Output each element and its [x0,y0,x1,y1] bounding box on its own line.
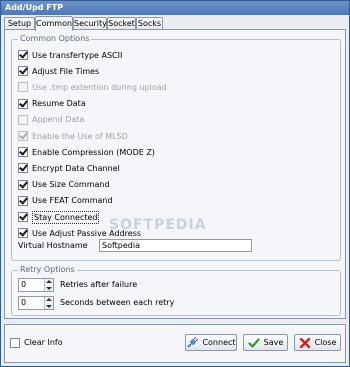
option-checkbox [18,82,28,93]
option-checkbox[interactable] [18,163,28,174]
option-label: Enable the Use of MLSD [32,131,128,141]
option-label: Use transfertype ASCII [32,50,123,60]
connect-button[interactable]: Connect [185,334,237,351]
option-checkbox[interactable] [18,66,28,77]
window-title: Add/Upd FTP [1,1,349,15]
option-label: Enable Compression (MODE Z) [32,147,155,157]
option-checkbox[interactable] [18,228,28,239]
option-checkbox [18,114,28,125]
virtual-hostname-label: Virtual Hostname [18,241,88,250]
clear-info-box[interactable] [10,337,20,348]
clear-info-checkbox[interactable]: Clear Info [10,337,63,348]
virtual-hostname-input[interactable]: Softpedia [99,239,252,252]
seconds-spin-buttons[interactable] [44,297,53,309]
option-row[interactable]: Enable Compression (MODE Z) [18,145,155,159]
save-button[interactable]: Save [243,334,288,351]
close-x-icon [299,337,311,349]
add-upd-ftp-dialog: Add/Upd FTP Setup Common Security Socket… [0,0,350,367]
retry-options-legend: Retry Options [18,265,77,275]
common-tab-panel: Common Options Use transfertype ASCII Adj… [4,29,346,319]
option-row[interactable]: Resume Data [18,97,86,111]
spin-down-icon[interactable] [46,287,52,290]
close-label: Close [314,338,337,347]
option-label: Use .tmp extention during upload [32,82,167,92]
option-checkbox[interactable] [18,212,28,222]
option-row[interactable]: Adjust File Times [18,64,99,78]
option-checkbox[interactable] [18,50,28,60]
seconds-stepper[interactable]: 0 [18,296,54,310]
option-row[interactable]: Stay Connected [18,210,100,224]
save-label: Save [263,338,284,347]
option-label: Stay Connected [32,210,100,224]
option-row[interactable]: Use Size Command [18,178,110,192]
option-label: Resume Data [32,99,86,109]
seconds-label: Seconds between each retry [60,298,175,307]
retries-label: Retries after failure [60,280,138,289]
retries-spin-buttons[interactable] [44,279,53,291]
spin-down-icon[interactable] [46,305,52,308]
retries-stepper[interactable]: 0 [18,278,54,292]
option-checkbox[interactable] [18,179,28,190]
option-label: Use FEAT Command [32,196,113,206]
option-row: Append Data [18,113,84,127]
option-row[interactable]: Encrypt Data Channel [18,161,120,175]
watermark: SOFTPEDIA [109,217,207,233]
option-label: Encrypt Data Channel [32,163,120,173]
option-label: Use Size Command [32,180,110,190]
option-row: Enable the Use of MLSD [18,129,128,143]
connect-label: Connect [202,338,236,347]
option-checkbox [18,131,28,141]
dialog-footer: Clear Info Connect Save Close [4,324,346,363]
option-checkbox[interactable] [18,98,28,109]
retries-value[interactable]: 0 [21,279,26,291]
checkmark-icon [248,337,260,349]
spin-up-icon[interactable] [46,280,52,283]
option-label: Append Data [32,115,85,125]
option-checkbox[interactable] [18,195,28,206]
close-button[interactable]: Close [294,334,341,351]
spin-up-icon[interactable] [46,298,52,301]
option-label: Adjust File Times [32,66,100,76]
option-row: Use .tmp extention during upload [18,80,167,94]
option-checkbox[interactable] [18,147,28,158]
retry-options-group: Retry Options 0 Retries after failure 0 … [11,265,341,316]
option-row[interactable]: Use FEAT Command [18,194,113,208]
common-options-legend: Common Options [18,34,92,44]
seconds-value[interactable]: 0 [21,297,26,309]
option-row[interactable]: Use transfertype ASCII [18,48,122,62]
connect-plug-icon [186,336,199,349]
clear-info-label: Clear Info [24,338,63,347]
tab-common[interactable]: Common [35,16,73,31]
